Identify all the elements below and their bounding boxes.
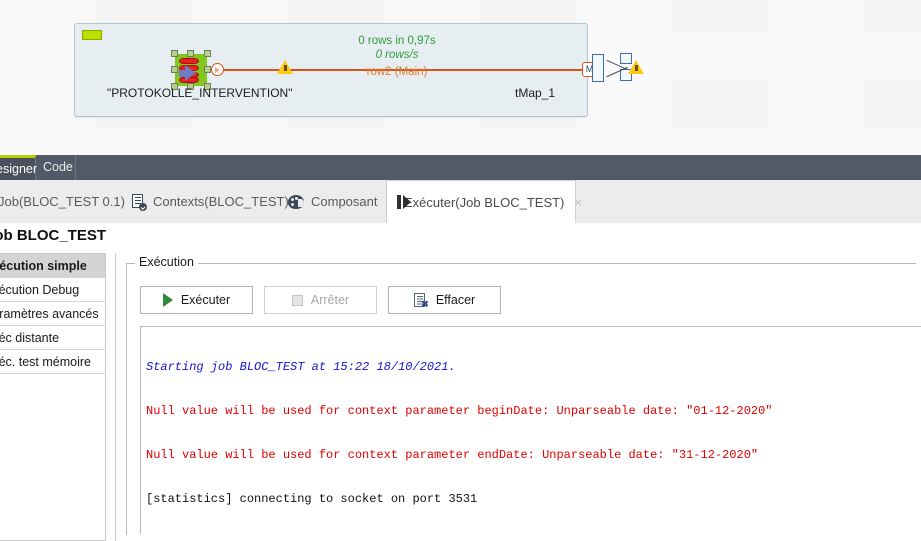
palette-icon [288,194,304,209]
page-title: Job BLOC_TEST [0,227,107,244]
sidebar-item-exec-test-memoire[interactable]: Exéc. test mémoire [0,350,105,374]
tmap-mapping-lines-icon [603,55,628,81]
stop-button-label: Arrêter [310,293,350,307]
console-line: Null value will be used for context para… [146,403,773,418]
subjob-container[interactable]: M 0 rows in 0,97s 0 rows/s row2 (Main) "… [74,23,644,117]
warning-triangle-icon[interactable] [628,60,644,74]
connection-name-label: row2 (Main) [366,66,428,78]
execution-group: Exécution Exécuter Arrêter ✖ Effacer Sta… [126,255,921,535]
editor-tab-strip: Designer Code [0,155,921,181]
play-icon [162,293,173,307]
sidebar-item-execution-debug[interactable]: Exécution Debug [0,278,105,302]
connection-rows-stat: 0 rows in 0,97s [358,35,436,47]
execution-group-legend: Exécution [135,255,198,269]
clear-button[interactable]: ✖ Effacer [388,286,501,314]
subjob-collapse-icon[interactable] [82,30,102,40]
page-title-bar: Job BLOC_TEST [0,223,921,251]
database-input-component[interactable] [171,50,211,90]
resize-handle[interactable] [171,66,178,73]
tab-code[interactable]: Code [36,155,76,180]
tmap-component-label: tMap_1 [515,86,556,100]
database-component-label: "PROTOKOLLE_INTERVENTION" [107,86,293,100]
stop-icon [291,294,303,306]
execution-mode-list[interactable]: Exécution simple Exécution Debug Paramèt… [0,253,106,541]
resize-handle[interactable] [187,50,194,57]
tab-job-properties-label: Job(BLOC_TEST 0.1) [0,194,125,209]
resize-handle[interactable] [204,50,211,57]
execution-button-row: Exécuter Arrêter ✖ Effacer [140,286,501,314]
console-line: Starting job BLOC_TEST at 15:22 18/10/20… [146,360,456,375]
job-designer-canvas[interactable]: M 0 rows in 0,97s 0 rows/s row2 (Main) "… [0,0,921,155]
resize-handle[interactable] [171,50,178,57]
tab-composant[interactable]: Composant [278,180,387,223]
console-line: [statistics] connecting to socket on por… [146,491,478,506]
tab-contexts[interactable]: Contexts(BLOC_TEST) [122,180,299,223]
console-line: Null value will be used for context para… [146,447,759,462]
contexts-icon [132,193,147,211]
db-flow-arrow-icon [185,65,196,81]
run-button-label: Exécuter [180,293,231,307]
tab-designer[interactable]: Designer [0,155,37,180]
sidebar-item-execution-simple[interactable]: Exécution simple [0,254,105,278]
tab-composant-label: Composant [311,194,378,209]
connection-labels: 0 rows in 0,97s 0 rows/s row2 (Main) [297,34,497,79]
tab-contexts-label: Contexts(BLOC_TEST) [153,194,289,209]
clear-icon: ✖ [413,292,429,308]
warning-triangle-icon[interactable] [277,60,293,74]
tab-executer[interactable]: Exécuter(Job BLOC_TEST) × [386,180,582,223]
sidebar-item-exec-distante[interactable]: Exéc distante [0,326,105,350]
sidebar-item-parametres-avances[interactable]: Paramètres avancés [0,302,105,326]
row-output-connector-icon [211,63,224,76]
tab-executer-label: Exécuter(Job BLOC_TEST) [404,194,565,210]
stop-button[interactable]: Arrêter [264,286,377,314]
execution-console[interactable]: Starting job BLOC_TEST at 15:22 18/10/20… [140,326,921,534]
close-icon[interactable]: × [574,195,582,210]
connection-rate-stat: 0 rows/s [375,49,419,61]
clear-button-label: Effacer [435,293,476,307]
property-view-tab-bar: Job(BLOC_TEST 0.1) Contexts(BLOC_TEST) C… [0,180,921,224]
tab-job-properties[interactable]: Job(BLOC_TEST 0.1) [0,180,135,223]
resize-handle[interactable] [204,66,211,73]
run-button[interactable]: Exécuter [140,286,253,314]
execution-panel: Exécution Exécuter Arrêter ✖ Effacer Sta… [115,253,921,541]
